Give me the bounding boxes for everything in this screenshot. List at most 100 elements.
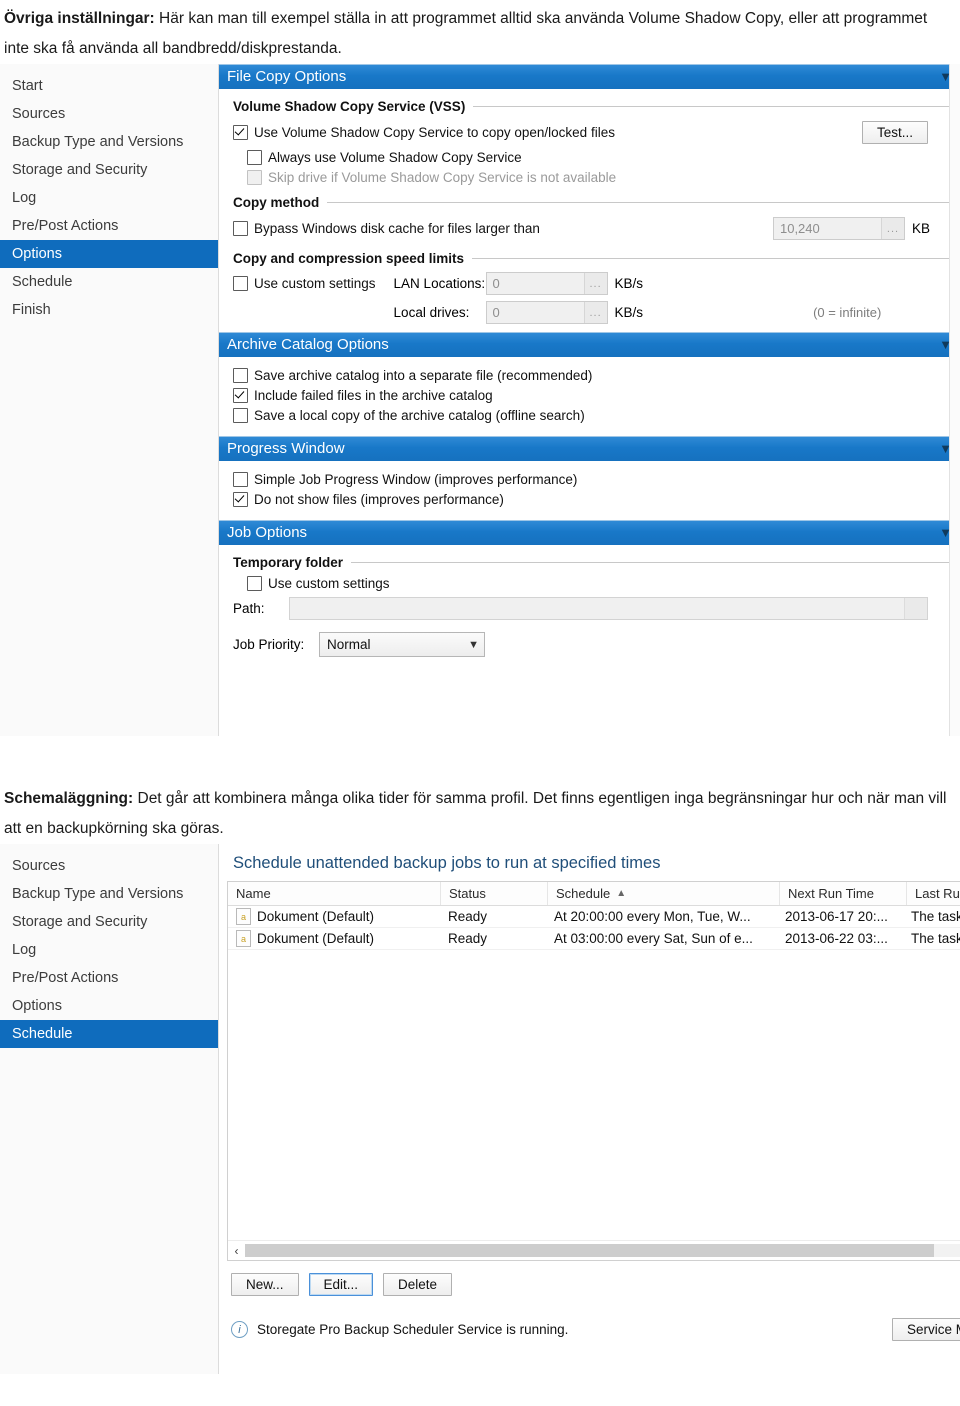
schedule-page-title: Schedule unattended backup jobs to run a… [233,854,661,872]
checkbox-label-use-vss: Use Volume Shadow Copy Service to copy o… [254,125,615,140]
checkbox-no-files[interactable] [233,492,248,507]
sidebar-item-schedule[interactable]: Schedule [0,268,218,296]
checkbox-local-copy[interactable] [233,408,248,423]
scrollbar-track[interactable] [245,1244,960,1257]
horizontal-scrollbar[interactable]: ‹ › [228,1240,960,1260]
section-header-job-options[interactable]: Job Options ▼ [219,520,960,545]
cell-schedule: At 03:00:00 every Sat, Sun of e... [554,931,753,946]
bypass-unit-label: KB [911,221,930,236]
checkbox-row-custom-speed[interactable]: Use custom settings [233,276,376,291]
sidebar-item-log[interactable]: Log [0,184,218,212]
section-header-archive-catalog[interactable]: Archive Catalog Options ▼ [219,332,960,357]
checkbox-row-simple-progress[interactable]: Simple Job Progress Window (improves per… [233,472,950,487]
delete-button[interactable]: Delete [383,1273,453,1296]
column-header-schedule[interactable]: Schedule ▲ [548,882,780,905]
local-speed-field[interactable]: 0 ... [485,301,608,324]
checkbox-row-no-files[interactable]: Do not show files (improves performance) [233,492,950,507]
local-label: Local drives: [393,305,470,320]
sidebar-item-log[interactable]: Log [0,936,218,964]
column-header-name[interactable]: Name [228,882,441,905]
panel-scroll-rail[interactable] [949,64,960,736]
options-window: Start Sources Backup Type and Versions S… [0,64,960,736]
sidebar-item-finish[interactable]: Finish [0,296,218,324]
sidebar-item-pre-post-actions[interactable]: Pre/Post Actions [0,964,218,992]
checkbox-row-custom-temp[interactable]: Use custom settings [247,576,950,591]
vss-top-row: Use Volume Shadow Copy Service to copy o… [233,120,950,145]
checkbox-failed-files[interactable] [233,388,248,403]
job-priority-select[interactable]: Normal ▼ [319,632,485,657]
checkbox-bypass-cache[interactable] [233,221,248,236]
section-header-file-copy[interactable]: File Copy Options ▼ [219,64,960,89]
browse-icon[interactable]: ... [583,302,607,323]
checkbox-label-custom-speed: Use custom settings [254,276,376,291]
chevron-down-icon[interactable]: ▼ [468,639,479,651]
sidebar-item-sources[interactable]: Sources [0,100,218,128]
browse-icon[interactable]: ... [880,218,904,239]
document-icon: a [236,930,251,947]
checkbox-separate-file[interactable] [233,368,248,383]
group-divider [351,562,950,563]
infinite-note: (0 = infinite) [813,305,882,320]
checkbox-row-failed-files[interactable]: Include failed files in the archive cata… [233,388,950,403]
checkbox-label-bypass-cache: Bypass Windows disk cache for files larg… [254,221,540,236]
sidebar-item-options[interactable]: Options [0,240,218,268]
cell-next-run: 2013-06-22 03:... [785,931,888,946]
cell-name: a Dokument (Default) [228,928,440,949]
sidebar-item-storage-security[interactable]: Storage and Security [0,156,218,184]
progress-window-body: Simple Job Progress Window (improves per… [219,461,960,520]
cell-schedule: At 20:00:00 every Mon, Tue, W... [554,909,751,924]
schedule-intro-lead: Schemaläggning: [4,790,134,807]
local-speed-value: 0 [492,305,500,320]
checkbox-custom-speed[interactable] [233,276,248,291]
checkbox-row-always-vss[interactable]: Always use Volume Shadow Copy Service [247,150,950,165]
lan-speed-field[interactable]: 0 ... [485,272,608,295]
checkbox-row-use-vss[interactable]: Use Volume Shadow Copy Service to copy o… [233,125,615,140]
checkbox-always-vss[interactable] [247,150,262,165]
section-title-file-copy: File Copy Options [227,68,347,85]
section-title-archive-catalog: Archive Catalog Options [227,336,389,353]
group-label-temporary-folder: Temporary folder [233,555,344,570]
test-button[interactable]: Test... [861,121,928,144]
job-options-body: Temporary folder Use custom settings Pat… [219,545,960,665]
column-header-status[interactable]: Status [441,882,548,905]
sidebar-item-schedule[interactable]: Schedule [0,1020,218,1048]
sidebar-item-sources[interactable]: Sources [0,852,218,880]
checkbox-skip-drive [247,170,262,185]
local-speed-row: Local drives: 0 ... KB/s (0 = infinite) [393,301,882,324]
intro-paragraph: Övriga inställningar: Här kan man till e… [0,0,960,64]
scroll-left-icon[interactable]: ‹ [228,1241,245,1260]
checkbox-use-vss[interactable] [233,125,248,140]
sidebar-item-storage-security[interactable]: Storage and Security [0,908,218,936]
table-row[interactable]: a Dokument (Default) Ready At 03:00:00 e… [228,928,960,950]
checkbox-row-bypass-cache[interactable]: Bypass Windows disk cache for files larg… [233,221,540,236]
sidebar-item-options[interactable]: Options [0,992,218,1020]
checkbox-row-local-copy[interactable]: Save a local copy of the archive catalog… [233,408,950,423]
lan-label: LAN Locations: [393,276,486,291]
new-button[interactable]: New... [231,1273,299,1296]
archive-catalog-body: Save archive catalog into a separate fil… [219,357,960,436]
path-field[interactable] [289,597,928,620]
edit-button[interactable]: Edit... [308,1273,374,1296]
scrollbar-thumb[interactable] [245,1244,934,1257]
checkbox-label-failed-files: Include failed files in the archive cata… [254,388,493,403]
local-speed-unit: KB/s [614,305,644,320]
service-manager-button[interactable]: Service Manager [891,1318,960,1341]
priority-label: Job Priority: [233,637,305,652]
sidebar-item-pre-post-actions[interactable]: Pre/Post Actions [0,212,218,240]
sidebar-item-backup-type[interactable]: Backup Type and Versions [0,880,218,908]
browse-icon[interactable]: ... [583,273,607,294]
group-speed-limits: Copy and compression speed limits [233,251,950,266]
sidebar-item-backup-type[interactable]: Backup Type and Versions [0,128,218,156]
checkbox-row-separate-file[interactable]: Save archive catalog into a separate fil… [233,368,950,383]
group-divider [472,258,950,259]
column-header-next-run[interactable]: Next Run Time [780,882,907,905]
column-header-last-run[interactable]: Last Run Time [907,882,960,905]
checkbox-custom-temp[interactable] [247,576,262,591]
sidebar-item-start[interactable]: Start [0,72,218,100]
bypass-value-field[interactable]: 10,240 ... [772,217,905,240]
browse-icon[interactable] [904,598,927,619]
checkbox-simple-progress[interactable] [233,472,248,487]
table-row[interactable]: a Dokument (Default) Ready At 20:00:00 e… [228,906,960,928]
section-header-progress-window[interactable]: Progress Window ▼ [219,436,960,461]
priority-row: Job Priority: Normal ▼ [233,632,950,657]
